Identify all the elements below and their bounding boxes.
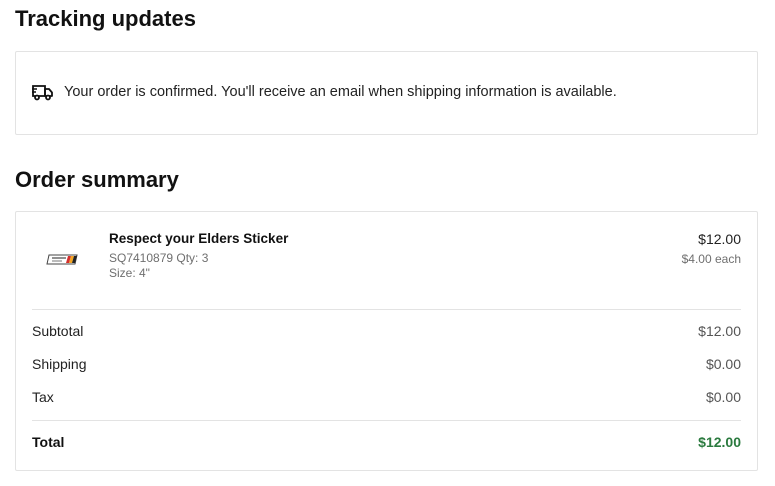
- product-size: Size: 4": [109, 266, 150, 280]
- shipping-value: $0.00: [705, 356, 741, 372]
- product-sku-qty: SQ7410879 Qty: 3: [109, 251, 209, 265]
- tracking-message: Your order is confirmed. You'll receive …: [64, 84, 617, 100]
- tax-value: $0.00: [705, 389, 741, 405]
- tracking-card: Your order is confirmed. You'll receive …: [15, 51, 758, 135]
- order-line-item: Respect your Elders Sticker SQ7410879 Qt…: [32, 230, 741, 290]
- product-unit-price: $4.00 each: [681, 252, 741, 266]
- tax-row: Tax $0.00: [32, 389, 741, 405]
- product-price: $12.00: [698, 231, 741, 247]
- divider: [32, 309, 741, 310]
- subtotal-value: $12.00: [698, 323, 741, 339]
- product-name[interactable]: Respect your Elders Sticker: [109, 231, 288, 246]
- subtotal-label: Subtotal: [32, 323, 84, 339]
- shipping-row: Shipping $0.00: [32, 356, 741, 372]
- subtotal-row: Subtotal $12.00: [32, 323, 741, 339]
- order-summary-heading: Order summary: [15, 167, 179, 192]
- tracking-updates-heading: Tracking updates: [15, 6, 196, 31]
- order-summary-card: Respect your Elders Sticker SQ7410879 Qt…: [15, 211, 758, 471]
- divider: [32, 420, 741, 421]
- total-row: Total $12.00: [32, 434, 741, 450]
- product-thumbnail[interactable]: [46, 250, 82, 268]
- total-label: Total: [32, 434, 65, 450]
- shipping-label: Shipping: [32, 356, 87, 372]
- tax-label: Tax: [32, 389, 54, 405]
- truck-icon: [32, 83, 54, 101]
- total-value: $12.00: [698, 434, 741, 450]
- tracking-status-row: Your order is confirmed. You'll receive …: [32, 83, 617, 101]
